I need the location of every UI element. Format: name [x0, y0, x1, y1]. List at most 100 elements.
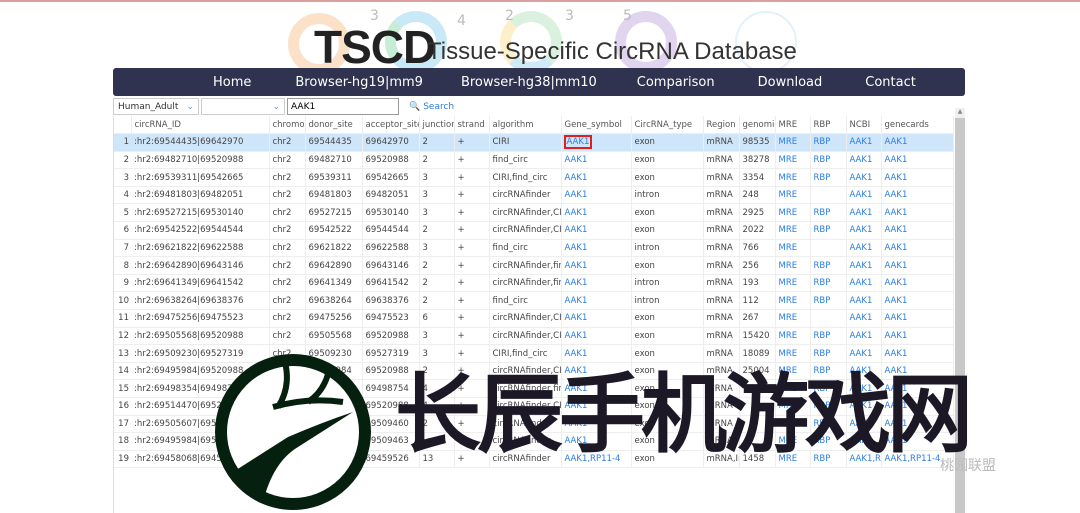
cell-link[interactable]: MRE — [779, 190, 798, 200]
cell-link[interactable]: AAK1 — [885, 208, 908, 218]
table-row[interactable]: 11:hr2:69475256|69475523 chr2 69475256 6947… — [114, 309, 954, 328]
column-header-mre[interactable]: MRE — [775, 116, 811, 135]
dataset-select[interactable]: Human_Adult ⌄ — [113, 98, 199, 115]
column-header-chromos[interactable]: chromos — [269, 116, 306, 135]
table-row[interactable]: 9:hr2:69641349|69641542 chr2 69641349 69641… — [114, 274, 954, 293]
cell-link[interactable]: AAK1 — [885, 190, 908, 200]
cell-link[interactable]: MRE — [779, 225, 798, 235]
cell-link[interactable]: AAK1 — [850, 278, 873, 288]
table-row[interactable]: 12:hr2:69505568|69520988 chr2 69505568 6952… — [114, 327, 954, 346]
cell-link[interactable]: AAK1 — [565, 349, 588, 359]
cell-link[interactable]: RBP — [814, 173, 831, 183]
column-header-circrna-id[interactable]: circRNA_ID — [131, 116, 270, 135]
table-row[interactable]: 7:hr2:69621822|69622588 chr2 69621822 69622… — [114, 239, 954, 258]
cell-link[interactable]: MRE — [779, 173, 798, 183]
cell-link[interactable]: AAK1 — [850, 261, 873, 271]
cell-link[interactable]: AAK1 — [565, 243, 588, 253]
table-row[interactable]: 2:hr2:69482710|69520988 chr2 69482710 69520… — [114, 151, 954, 170]
cell-link[interactable]: RBP — [814, 278, 831, 288]
column-header-junction[interactable]: junction — [419, 116, 455, 135]
cell-link[interactable]: RBP — [814, 331, 831, 341]
cell-link[interactable]: AAK1 — [565, 173, 588, 183]
cell-link[interactable]: AAK1 — [850, 331, 873, 341]
cell-link[interactable]: AAK1 — [885, 155, 908, 165]
cell-link[interactable]: MRE — [779, 208, 798, 218]
nav-comparison[interactable]: Comparison — [637, 75, 715, 90]
cell-link[interactable]: AAK1 — [850, 190, 873, 200]
cell-link[interactable]: AAK1 — [565, 225, 588, 235]
nav-browser-hg38[interactable]: Browser-hg38|mm10 — [461, 75, 597, 90]
cell-link[interactable]: AAK1 — [850, 137, 873, 147]
cell-link[interactable]: AAK1 — [885, 349, 908, 359]
cell-link[interactable]: AAK1 — [565, 208, 588, 218]
cell-link[interactable]: AAK1 — [850, 243, 873, 253]
cell-link[interactable]: MRE — [779, 243, 798, 253]
cell-link[interactable]: RBP — [814, 208, 831, 218]
scroll-up-icon[interactable]: ▲ — [955, 108, 965, 118]
table-row[interactable]: 8:hr2:69642890|69643146 chr2 69642890 69643… — [114, 256, 954, 275]
search-input[interactable]: AAK1 — [287, 98, 399, 115]
cell-link[interactable]: AAK1 — [565, 331, 588, 341]
cell-link[interactable]: MRE — [779, 155, 798, 165]
nav-home[interactable]: Home — [213, 75, 251, 90]
cell-link[interactable]: AAK1 — [885, 296, 908, 306]
cell-link[interactable]: RBP — [814, 137, 831, 147]
highlighted-gene-link[interactable]: AAK1 — [563, 135, 593, 150]
table-row[interactable]: 3:hr2:69539311|69542665 chr2 69539311 69542… — [114, 168, 954, 187]
cell-link[interactable]: RBP — [814, 155, 831, 165]
table-row[interactable]: 10:hr2:69638264|69638376 chr2 69638264 6963… — [114, 291, 954, 311]
cell-link[interactable]: AAK1 — [885, 278, 908, 288]
search-button[interactable]: 🔍 Search — [409, 102, 454, 112]
column-header-gene-symbol[interactable]: Gene_symbol — [561, 116, 632, 135]
column-header-genecards[interactable]: genecards — [881, 116, 954, 135]
column-header-strand[interactable]: strand — [454, 116, 490, 135]
cell-link[interactable]: RBP — [814, 261, 831, 271]
cell-link[interactable]: RBP — [814, 296, 831, 306]
cell-link[interactable]: AAK1 — [885, 331, 908, 341]
cell-link[interactable]: AAK1 — [565, 313, 588, 323]
cell-link[interactable]: MRE — [779, 278, 798, 288]
cell-link[interactable]: AAK1 — [850, 313, 873, 323]
cell-link[interactable]: MRE — [779, 296, 798, 306]
cell-link[interactable]: AAK1 — [885, 243, 908, 253]
cell-link[interactable]: AAK1 — [565, 190, 588, 200]
cell-link[interactable]: AAK1 — [565, 296, 588, 306]
column-header-genomic[interactable]: genomic — [739, 116, 776, 135]
cell-link[interactable]: MRE — [779, 313, 798, 323]
nav-browser-hg19[interactable]: Browser-hg19|mm9 — [295, 75, 423, 90]
cell-link[interactable]: AAK1 — [565, 278, 588, 288]
cell-link[interactable]: AAK1 — [850, 173, 873, 183]
site-logo[interactable]: TSCD — [314, 20, 436, 74]
cell-link[interactable]: AAK1 — [885, 173, 908, 183]
cell-link[interactable]: MRE — [779, 331, 798, 341]
column-header-ncbi[interactable]: NCBI — [846, 116, 882, 135]
column-header-circrna-type[interactable]: CircRNA_type — [631, 116, 704, 135]
cell-link[interactable]: AAK1 — [850, 155, 873, 165]
column-header-acceptor-site[interactable]: acceptor_site — [362, 116, 420, 135]
cell-link[interactable]: AAK1 — [850, 225, 873, 235]
cell-link[interactable]: AAK1 — [565, 155, 588, 165]
cell-link[interactable]: AAK1 — [885, 225, 908, 235]
cell-link[interactable]: MRE — [779, 349, 798, 359]
cell-link[interactable]: AAK1 — [850, 208, 873, 218]
cell-link[interactable]: AAK1 — [885, 313, 908, 323]
cell-link[interactable]: AAK1 — [850, 296, 873, 306]
table-row[interactable]: 5:hr2:69527215|69530140 chr2 69527215 69530… — [114, 203, 954, 223]
nav-download[interactable]: Download — [758, 75, 823, 90]
nav-contact[interactable]: Contact — [865, 75, 916, 90]
cell-link[interactable]: AAK1 — [565, 261, 588, 271]
cell-link[interactable]: RBP — [814, 225, 831, 235]
cell-link[interactable]: AAK1 — [885, 137, 908, 147]
cell-link[interactable]: AAK1 — [885, 261, 908, 271]
cell-link[interactable]: RBP — [814, 349, 831, 359]
second-select[interactable]: ⌄ — [201, 98, 285, 115]
column-header-rbp[interactable]: RBP — [810, 116, 847, 135]
table-row[interactable]: 1:hr2:69544435|69642970 chr2 69544435 69642… — [114, 133, 954, 152]
cell-link[interactable]: MRE — [779, 137, 798, 147]
column-header-donor-site[interactable]: donor_site — [305, 116, 363, 135]
column-header-region[interactable]: Region — [703, 116, 740, 135]
cell-link[interactable]: MRE — [779, 261, 798, 271]
table-row[interactable]: 4:hr2:69481803|69482051 chr2 69481803 69482… — [114, 186, 954, 205]
column-header-algorithm[interactable]: algorithm — [489, 116, 562, 135]
table-row[interactable]: 6:hr2:69542522|69544544 chr2 69542522 69544… — [114, 221, 954, 240]
